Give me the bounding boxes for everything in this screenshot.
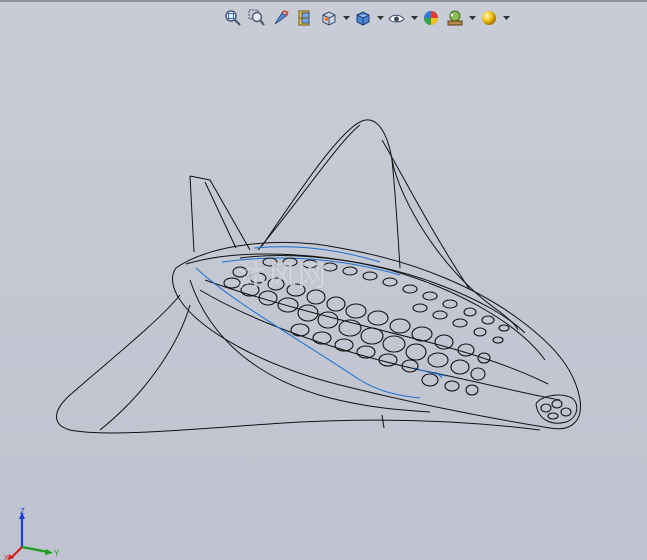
tail-fin-inner <box>204 181 237 249</box>
triad-x-label: X <box>4 555 9 560</box>
triad-z-label: Z <box>20 507 25 516</box>
dorsal-fin-edge <box>261 119 401 269</box>
dorsal-fin-inner-edge <box>257 124 361 251</box>
hull-side-seam <box>199 289 561 401</box>
dorsal-fin-trailing-edge <box>391 159 519 331</box>
lower-wing-tick <box>381 414 385 429</box>
watermark-text: 沐风网 <box>238 259 329 292</box>
lower-wing-root <box>189 279 431 413</box>
lower-wing-rib <box>99 304 191 431</box>
hull-mid-seam <box>204 279 549 385</box>
triad-y-label: Y <box>54 549 60 558</box>
tail-fin-root <box>189 175 195 253</box>
highlight-edge-sketch <box>413 367 447 377</box>
triad-x-axis <box>11 546 23 558</box>
graphics-viewport[interactable]: 沐风网 Z Y X <box>0 0 647 560</box>
reference-triad: Z Y X <box>4 507 60 560</box>
triad-y-axis <box>21 545 49 554</box>
dorsal-fin-rib <box>381 139 471 291</box>
